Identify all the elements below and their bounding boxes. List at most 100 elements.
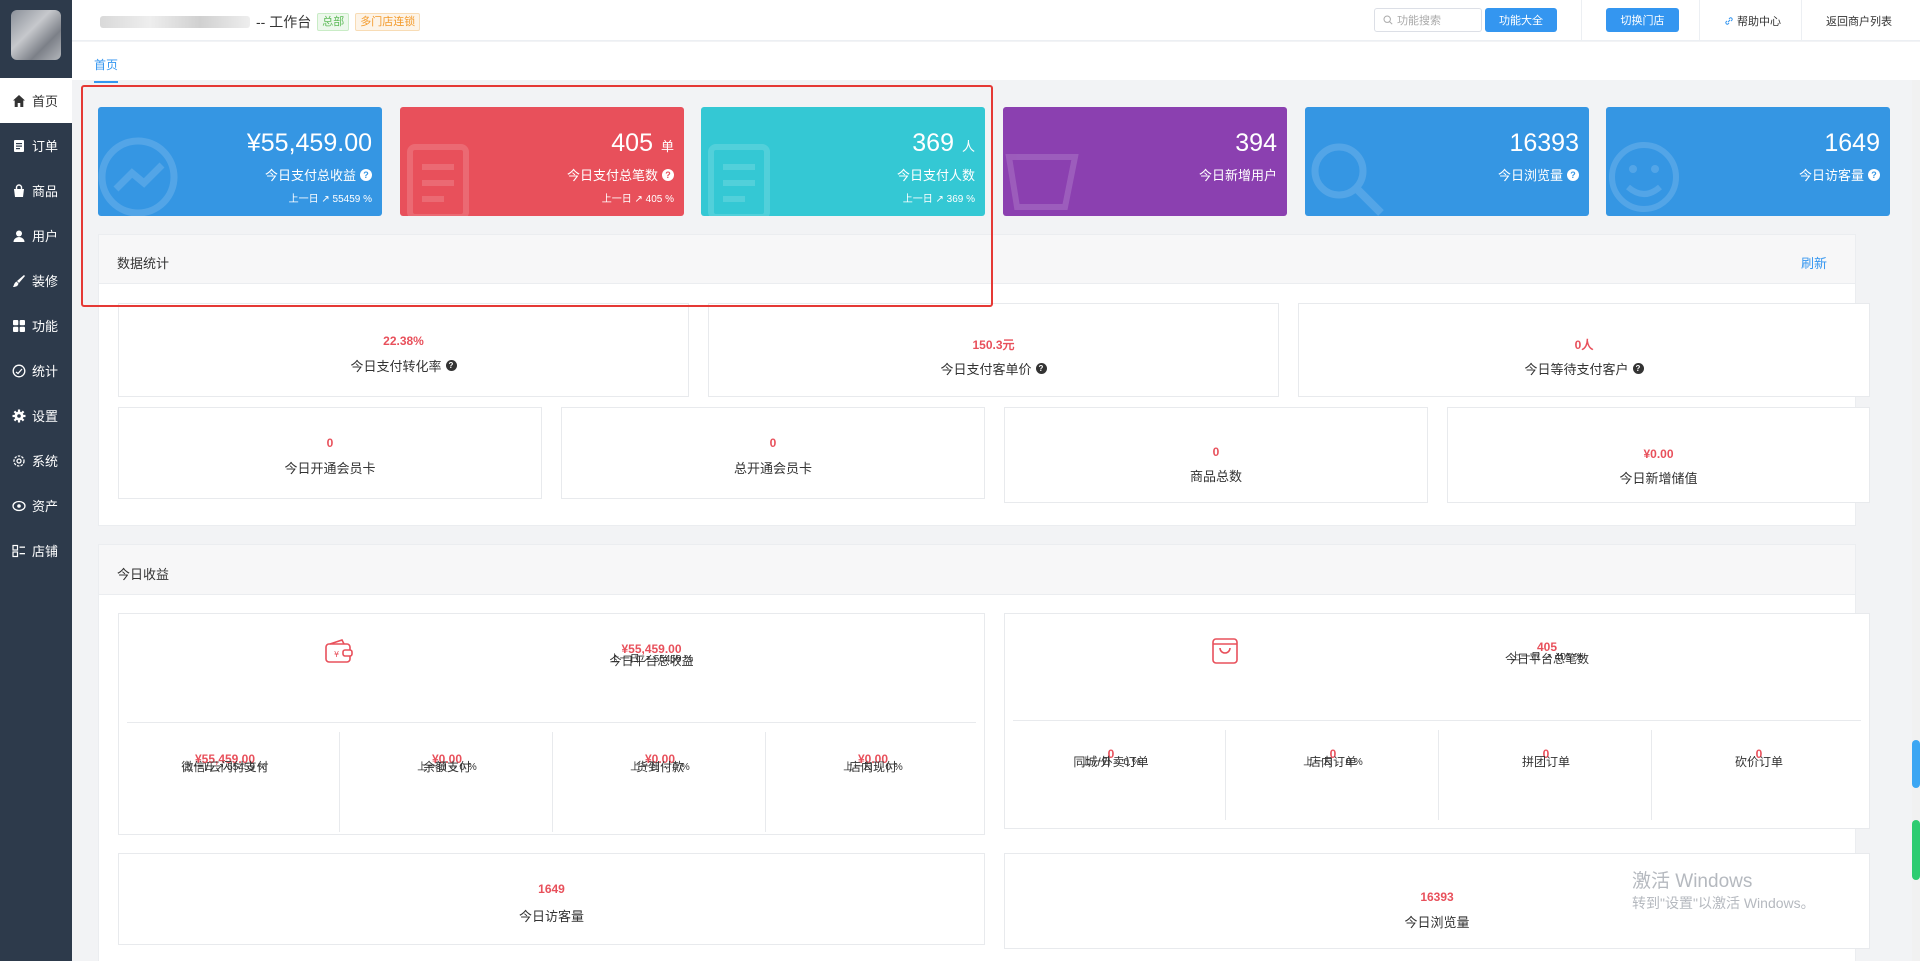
asset-icon [12, 499, 26, 513]
stat-label: 今日支付人数 [896, 168, 975, 183]
help-icon[interactable] [445, 360, 457, 371]
sidebar-item-settings[interactable]: 设置 [0, 393, 72, 438]
stat-cards: ¥55,459.00 今日支付总收益 上一日 ↗ 55459 % 405单 今日… [98, 107, 1890, 216]
sidebar-item-label: 商品 [32, 184, 59, 199]
stat-value: 394 [1235, 129, 1277, 157]
help-center-link[interactable]: 帮助中心 [1724, 13, 1781, 29]
sidebar-item-label: 功能 [32, 319, 59, 334]
stat-card-page-views[interactable]: 16393 今日浏览量 [1305, 107, 1589, 216]
sidebar-item-products[interactable]: 商品 [0, 168, 72, 213]
sidebar-item-home[interactable]: 首页 [0, 78, 72, 123]
help-icon[interactable] [1868, 168, 1880, 181]
divider [765, 732, 766, 832]
help-icon[interactable] [662, 168, 674, 181]
panel-title: 数据统计 [117, 256, 170, 271]
store-icon [12, 544, 26, 558]
tab-home[interactable]: 首页 [94, 56, 119, 83]
today-revenue-panel: 今日收益 ¥ ¥55,459.00 今日平台总收益 上一日 ↗ 55459 % … [98, 544, 1870, 961]
stat-card-new-users[interactable]: 394 今日新增用户 [1003, 107, 1287, 216]
back-to-merchant-list-link[interactable]: 返回商户列表 [1826, 13, 1892, 29]
sidebar-item-decoration[interactable]: 装修 [0, 258, 72, 303]
sidebar-item-store[interactable]: 店铺 [0, 528, 72, 573]
data-stats-panel: 数据统计 刷新 22.38% 今日支付转化率 150.3元 今日支付客单价 0人… [98, 234, 1870, 526]
search-input[interactable]: 功能搜索 [1374, 8, 1482, 32]
stat-value: 16393 [1509, 129, 1579, 157]
header-divider [1581, 0, 1582, 41]
sidebar: 首页 订单 商品 用户 装修 功能 统计 设置 系统 资产 店铺 [0, 0, 72, 961]
scrollbar-thumb[interactable] [1912, 740, 1920, 788]
sidebar-item-functions[interactable]: 功能 [0, 303, 72, 348]
sidebar-item-label: 资产 [32, 499, 59, 514]
order-icon [12, 139, 26, 153]
payment-cod: ¥0.00 货到付款 上一日 -- 0 % [630, 752, 690, 774]
gear-icon [12, 409, 26, 423]
scrollbar-indicator [1912, 820, 1920, 880]
switch-store-button[interactable]: 切换门店 [1606, 8, 1679, 32]
home-icon [12, 94, 26, 108]
stat-value: 369 人 [912, 129, 975, 157]
platform-orders-box: 405 今日平台总笔数 上一日 ↗ 405 % 0 同城/外卖订单 上一日 --… [1004, 613, 1870, 829]
stat-card-orders[interactable]: 405单 今日支付总笔数 上一日 ↗ 405 % [400, 107, 684, 216]
stat-box-stored-value: ¥0.00 今日新增储值 [1447, 407, 1870, 503]
sidebar-item-label: 系统 [32, 454, 59, 469]
sidebar-item-label: 装修 [32, 274, 59, 289]
chart-icon [98, 137, 178, 216]
stat-card-payers[interactable]: 369 人 今日支付人数 上一日 ↗ 369 % [701, 107, 985, 216]
sidebar-item-users[interactable]: 用户 [0, 213, 72, 258]
stat-card-visitors[interactable]: 1649 今日访客量 [1606, 107, 1890, 216]
panel-title: 今日收益 [117, 567, 170, 582]
search-icon [1383, 15, 1393, 25]
sidebar-nav: 首页 订单 商品 用户 装修 功能 统计 设置 系统 资产 店铺 [0, 78, 72, 573]
page-title: -- 工作台 总部 多门店连锁 [100, 12, 421, 32]
stats-icon [12, 364, 26, 378]
platform-income-summary: ¥55,459.00 今日平台总收益 上一日 ↗ 55459 % [609, 642, 694, 668]
help-icon[interactable] [360, 168, 372, 181]
divider [552, 732, 553, 832]
hq-badge: 总部 [317, 13, 350, 31]
blurred-store-name [100, 16, 250, 28]
stat-card-income[interactable]: ¥55,459.00 今日支付总收益 上一日 ↗ 55459 % [98, 107, 382, 216]
help-center-label: 帮助中心 [1737, 16, 1781, 28]
avatar[interactable] [11, 10, 61, 60]
stat-value: ¥55,459.00 [246, 129, 372, 157]
sidebar-item-label: 统计 [32, 364, 59, 379]
payment-balance: ¥0.00 余额支付 上一日 -- 0 % [417, 752, 477, 774]
user-icon [12, 229, 26, 243]
sidebar-item-label: 店铺 [32, 544, 59, 559]
stat-box-total-cards: 0 总开通会员卡 [561, 407, 985, 499]
header-divider [1801, 0, 1802, 41]
sidebar-item-label: 首页 [32, 94, 59, 109]
help-icon[interactable] [1632, 363, 1644, 374]
divider [1225, 730, 1226, 820]
visitors-box: 1649 今日访客量 [118, 853, 985, 945]
magnifier-icon [1311, 143, 1384, 216]
stat-box-conversion: 22.38% 今日支付转化率 [118, 303, 689, 397]
help-icon[interactable] [1035, 363, 1047, 374]
help-icon[interactable] [1567, 168, 1579, 181]
document-icon [407, 144, 469, 216]
stat-box-pending-customers: 0人 今日等待支付客户 [1298, 303, 1870, 397]
refresh-button[interactable]: 刷新 [1801, 253, 1827, 272]
sidebar-item-assets[interactable]: 资产 [0, 483, 72, 528]
divider [1438, 730, 1439, 820]
payment-in-store: ¥0.00 店内现付 上一日 -- 0 % [843, 752, 903, 774]
divider [1013, 720, 1861, 721]
link-icon [1725, 17, 1733, 25]
all-functions-button[interactable]: 功能大全 [1485, 8, 1557, 32]
activation-watermark-text: 转到"设置"以激活 Windows。 [1632, 895, 1815, 911]
stat-label: 今日新增用户 [1198, 168, 1277, 183]
orders-in-store: 0 店内订单 上一日 -- 0 % [1303, 747, 1363, 769]
sidebar-item-label: 用户 [32, 229, 59, 244]
platform-income-box: ¥ ¥55,459.00 今日平台总收益 上一日 ↗ 55459 % ¥55,4… [118, 613, 985, 835]
bag-icon [12, 183, 26, 198]
stat-label: 今日支付总笔数 [567, 165, 674, 184]
stat-value: 405 单 [611, 129, 674, 157]
sidebar-item-statistics[interactable]: 统计 [0, 348, 72, 393]
sidebar-item-orders[interactable]: 订单 [0, 123, 72, 168]
tab-bar: 首页 [72, 42, 1920, 83]
header-divider [1699, 0, 1700, 41]
stat-compare: 上一日 ↗ 369 % [902, 194, 975, 205]
sidebar-item-system[interactable]: 系统 [0, 438, 72, 483]
stat-label: 今日访客量 [1799, 165, 1880, 184]
panel-header: 今日收益 [99, 545, 1855, 595]
